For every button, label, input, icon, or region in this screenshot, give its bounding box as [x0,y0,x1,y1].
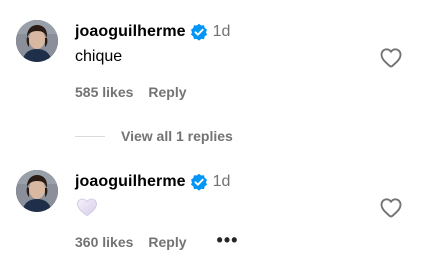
avatar[interactable] [16,170,58,212]
heart-outline-icon [380,198,402,218]
like-button[interactable] [379,46,403,70]
comment-text: chique [75,48,123,65]
username[interactable]: joaoguilherme [75,23,186,41]
comment-header: joaoguilherme 1d [75,171,230,193]
verified-badge-icon [190,23,208,41]
likes-count[interactable]: 360 likes [75,234,133,250]
likes-count[interactable]: 585 likes [75,84,133,100]
more-options-icon[interactable]: ••• [217,231,239,249]
replies-divider [75,135,105,137]
reply-button[interactable]: Reply [148,234,186,250]
like-button[interactable] [379,196,403,220]
heart-outline-icon [380,48,402,68]
comment-header: joaoguilherme 1d [75,21,230,43]
timestamp[interactable]: 1d [213,173,231,191]
reply-button[interactable]: Reply [148,84,186,100]
view-replies-label: View all 1 replies [121,128,233,144]
comment-actions: 585 likes Reply [75,83,187,101]
avatar[interactable] [16,20,58,62]
comment-actions: 360 likes Reply ••• [75,231,239,251]
username[interactable]: joaoguilherme [75,173,186,191]
white-heart-emoji [76,197,98,217]
verified-badge-icon [190,173,208,191]
view-replies-button[interactable]: View all 1 replies [75,126,233,146]
timestamp[interactable]: 1d [213,23,231,41]
